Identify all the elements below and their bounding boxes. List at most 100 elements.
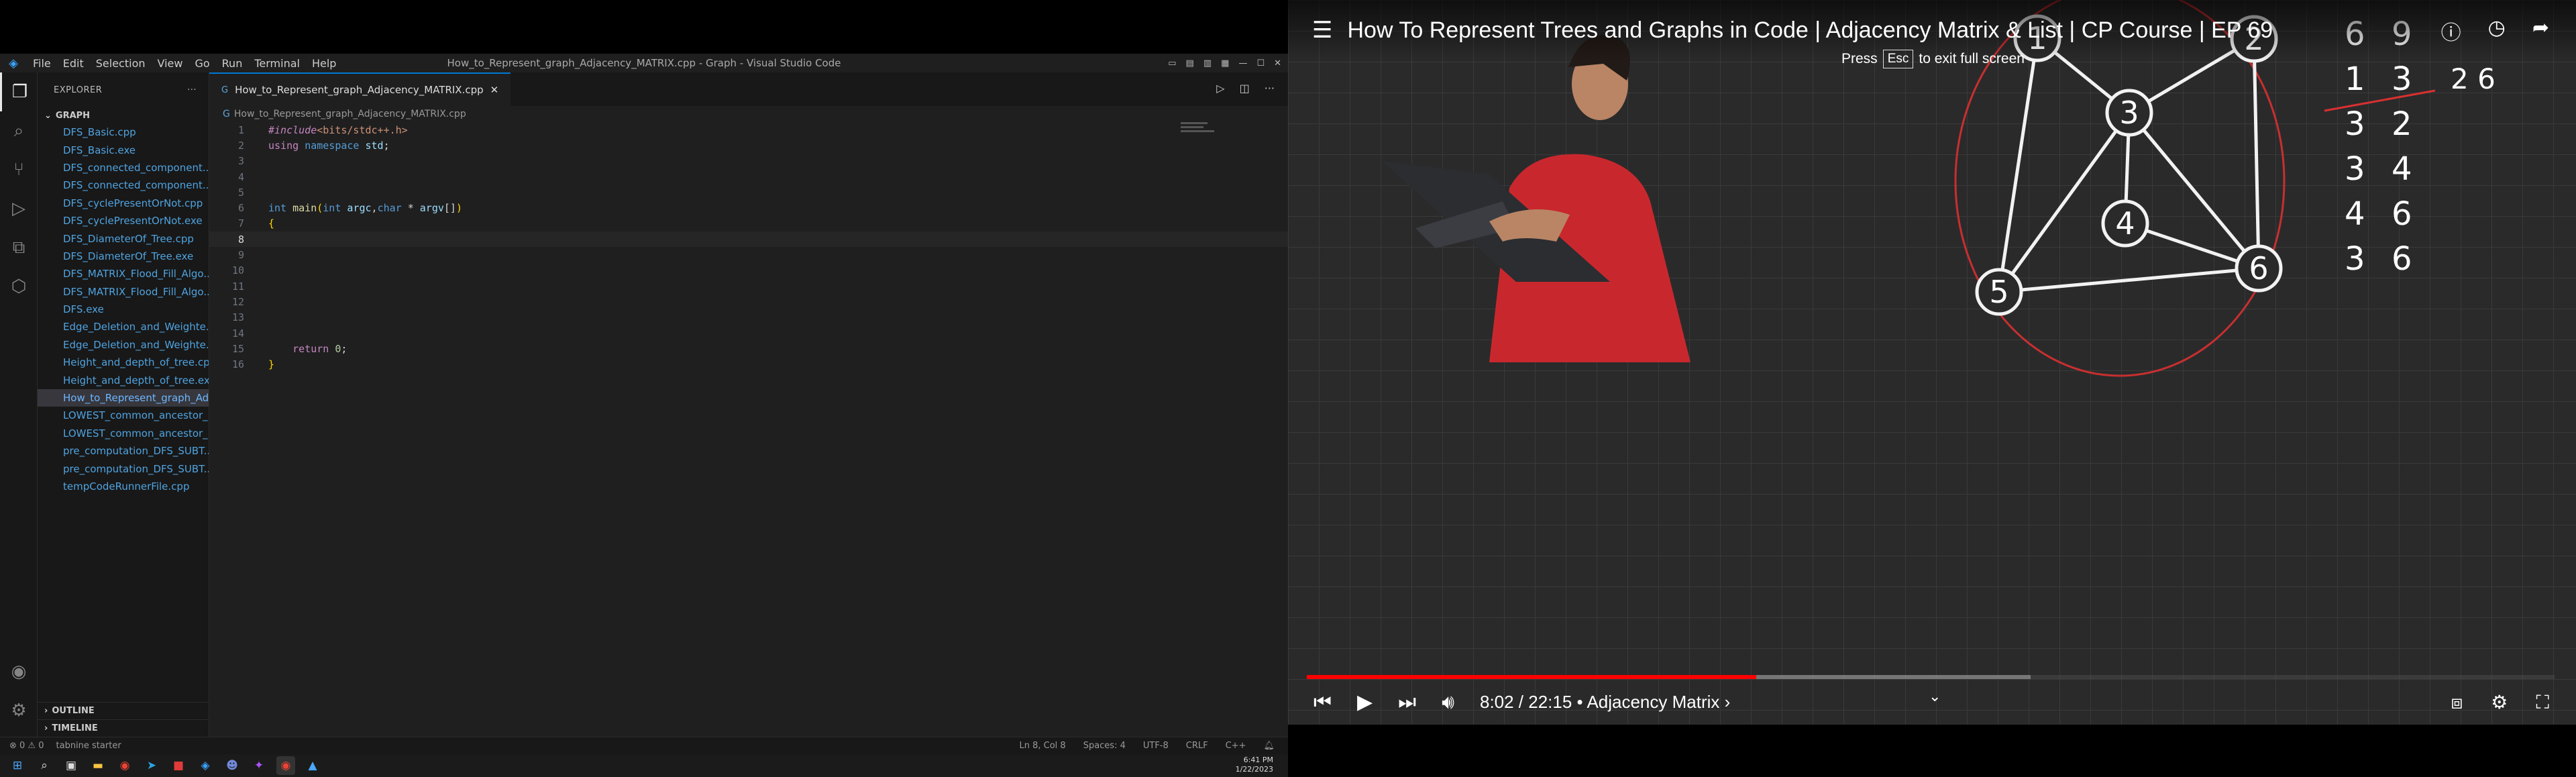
discord-icon[interactable]: ☻ xyxy=(223,756,241,775)
code-line[interactable]: 10 xyxy=(209,263,1288,278)
indentation[interactable]: Spaces: 4 xyxy=(1083,741,1126,751)
close-button[interactable]: ✕ xyxy=(1274,58,1281,68)
code-line[interactable]: 1 #include<bits/stdc++.h> xyxy=(209,122,1288,138)
telegram-icon[interactable]: ➤ xyxy=(142,756,161,775)
search-icon[interactable]: ⌕ xyxy=(0,111,38,150)
chrome-active-icon[interactable]: ◉ xyxy=(276,756,295,775)
file-item[interactable]: Edge_Deletion_and_Weighte... xyxy=(38,318,209,335)
file-item[interactable]: pre_computation_DFS_SUBT... xyxy=(38,460,209,477)
previous-icon[interactable]: ⏮︎ xyxy=(1313,690,1332,714)
code-line[interactable]: 4 xyxy=(209,169,1288,185)
close-tab-icon[interactable]: ✕ xyxy=(490,84,499,96)
minimap[interactable] xyxy=(1181,122,1221,149)
code-line[interactable]: 15 return 0; xyxy=(209,341,1288,356)
split-editor-icon[interactable]: ◫ xyxy=(1240,82,1250,95)
photos-icon[interactable]: ▲ xyxy=(303,756,322,775)
source-control-icon[interactable]: ⑂ xyxy=(0,150,38,189)
code-line[interactable]: 8 xyxy=(209,231,1288,248)
menu-item-edit[interactable]: Edit xyxy=(63,57,84,70)
code-line[interactable]: 5 xyxy=(209,185,1288,200)
code-line[interactable]: 7{ xyxy=(209,216,1288,231)
chrome-icon[interactable]: ◉ xyxy=(115,756,134,775)
file-item[interactable]: How_to_Represent_graph_Ad... xyxy=(38,389,209,407)
chapter-chevron-icon[interactable]: ⌄ xyxy=(1929,688,1941,705)
file-item[interactable]: DFS_Basic.cpp xyxy=(38,123,209,141)
file-item[interactable]: DFS.exe xyxy=(38,301,209,318)
code-line[interactable]: 14 xyxy=(209,325,1288,341)
share-icon[interactable]: ➦ xyxy=(2532,16,2549,46)
menu-item-terminal[interactable]: Terminal xyxy=(254,57,300,70)
code-line[interactable]: 2 using namespace std; xyxy=(209,138,1288,153)
volume-icon[interactable]: 🔊︎ xyxy=(1442,690,1454,714)
file-explorer-icon[interactable]: ▬ xyxy=(89,756,107,775)
run-debug-icon[interactable]: ▷ xyxy=(0,189,38,228)
file-item[interactable]: DFS_Basic.exe xyxy=(38,141,209,158)
notifications-bell-icon[interactable]: 🔔︎ xyxy=(1263,741,1275,751)
playlist-menu-icon[interactable]: ☰ xyxy=(1312,17,1332,44)
menu-item-go[interactable]: Go xyxy=(195,57,209,70)
menu-item-selection[interactable]: Selection xyxy=(96,57,146,70)
code-line[interactable]: 3 xyxy=(209,154,1288,169)
more-actions-icon[interactable]: ··· xyxy=(187,85,197,95)
code-line[interactable]: 13 xyxy=(209,310,1288,325)
code-line[interactable]: 11 xyxy=(209,278,1288,294)
extensions-icon[interactable]: ⧉ xyxy=(0,228,38,267)
code-editor[interactable]: 1 #include<bits/stdc++.h> 2 using namespace… xyxy=(209,122,1288,372)
panel-toggle-icon[interactable]: ▤ xyxy=(1186,58,1194,68)
tab-active-file[interactable]: G How_to_Represent_graph_Adjacency_MATRI… xyxy=(209,72,511,106)
next-icon[interactable]: ⏭︎ xyxy=(1398,690,1416,714)
file-item[interactable]: DFS_cyclePresentOrNot.exe xyxy=(38,212,209,229)
folder-graph[interactable]: ⌄ GRAPH xyxy=(38,107,209,123)
file-item[interactable]: pre_computation_DFS_SUBT... xyxy=(38,442,209,460)
app-red-icon[interactable]: ■ xyxy=(169,756,188,775)
code-line[interactable]: 6 int main(int argc,char * argv[]) xyxy=(209,200,1288,215)
settings-gear-icon[interactable]: ⚙ xyxy=(2491,691,2508,714)
file-item[interactable]: LOWEST_common_ancestor_... xyxy=(38,407,209,424)
sidebar-toggle-icon[interactable]: ▥ xyxy=(1203,58,1212,68)
subtitles-icon[interactable]: ⧈ xyxy=(2451,691,2463,714)
file-item[interactable]: DFS_MATRIX_Flood_Fill_Algo... xyxy=(38,265,209,282)
problems-status[interactable]: ⊗ 0 ⚠ 0 xyxy=(9,741,44,751)
run-code-icon[interactable]: ▷ xyxy=(1216,82,1224,95)
file-item[interactable]: DFS_connected_component... xyxy=(38,176,209,194)
messenger-icon[interactable]: ✦ xyxy=(250,756,268,775)
menu-item-help[interactable]: Help xyxy=(312,57,336,70)
video-title[interactable]: How To Represent Trees and Graphs in Cod… xyxy=(1347,17,2273,44)
customize-layout-icon[interactable]: ▦ xyxy=(1221,58,1229,68)
file-item[interactable]: DFS_connected_component... xyxy=(38,159,209,176)
more-icon[interactable]: ··· xyxy=(1265,82,1275,95)
account-icon[interactable]: ◉ xyxy=(0,652,38,691)
settings-gear-icon[interactable]: ⚙ xyxy=(0,691,38,730)
file-item[interactable]: DFS_DiameterOf_Tree.cpp xyxy=(38,229,209,247)
minimize-button[interactable]: — xyxy=(1238,58,1247,68)
video-player[interactable]: 123456 691332344636 2 6 ☰ How To Represe… xyxy=(1288,0,2576,777)
language-mode[interactable]: C++ xyxy=(1226,741,1246,751)
code-line[interactable]: 12 xyxy=(209,294,1288,309)
code-line[interactable]: 16} xyxy=(209,356,1288,372)
time-display[interactable]: 8:02 / 22:15 • Adjacency Matrix › xyxy=(1480,692,1730,713)
start-windows-icon[interactable]: ⊞ xyxy=(8,756,27,775)
vscode-taskbar-icon[interactable]: ◈ xyxy=(196,756,215,775)
file-item[interactable]: DFS_DiameterOf_Tree.exe xyxy=(38,248,209,265)
watch-later-clock-icon[interactable]: ◷ xyxy=(2488,16,2506,46)
file-item[interactable]: LOWEST_common_ancestor_... xyxy=(38,425,209,442)
task-view-icon[interactable]: ▣ xyxy=(62,756,80,775)
file-item[interactable]: DFS_cyclePresentOrNot.cpp xyxy=(38,195,209,212)
maximize-button[interactable]: ☐ xyxy=(1256,58,1265,68)
remote-icon[interactable]: ⬡ xyxy=(0,267,38,306)
tabnine-status[interactable]: tabnine starter xyxy=(56,741,121,751)
file-item[interactable]: Height_and_depth_of_tree.cpp xyxy=(38,354,209,371)
cursor-position[interactable]: Ln 8, Col 8 xyxy=(1019,741,1065,751)
line-ending[interactable]: CRLF xyxy=(1186,741,1208,751)
file-item[interactable]: tempCodeRunnerFile.cpp xyxy=(38,478,209,495)
file-item[interactable]: Edge_Deletion_and_Weighte... xyxy=(38,336,209,354)
info-icon[interactable]: ⓘ xyxy=(2441,16,2461,46)
encoding[interactable]: UTF-8 xyxy=(1143,741,1169,751)
outline-section[interactable]: › OUTLINE xyxy=(38,702,209,719)
exit-fullscreen-icon[interactable]: ⛶ xyxy=(2536,691,2549,714)
breadcrumb-file[interactable]: How_to_Represent_graph_Adjacency_MATRIX.… xyxy=(234,109,466,119)
search-icon[interactable]: ⌕ xyxy=(35,756,54,775)
menu-item-file[interactable]: File xyxy=(33,57,51,70)
menu-item-view[interactable]: View xyxy=(158,57,183,70)
menu-item-run[interactable]: Run xyxy=(222,57,243,70)
